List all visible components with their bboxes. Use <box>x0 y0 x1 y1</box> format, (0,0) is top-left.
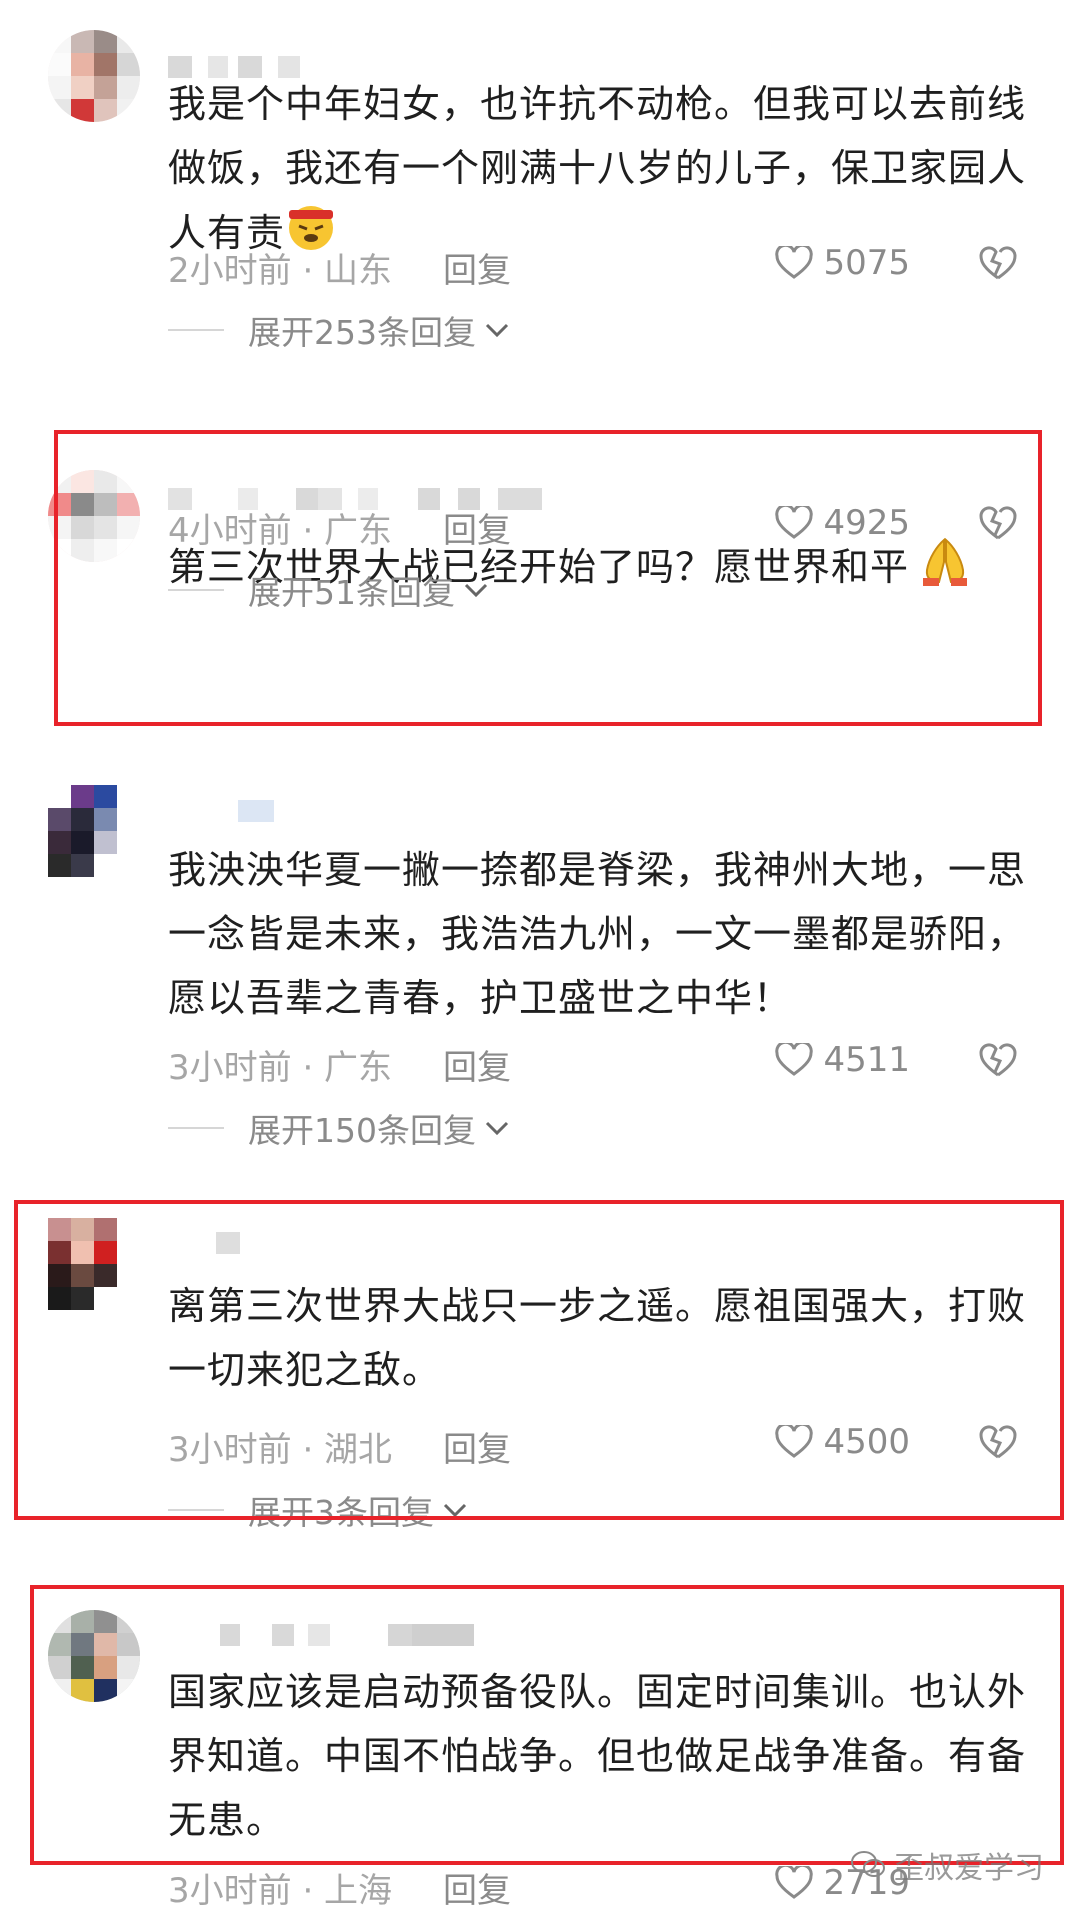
heart-icon <box>775 1866 814 1899</box>
divider <box>168 1509 224 1511</box>
dislike-button[interactable] <box>978 1042 1018 1087</box>
comment-text: 我泱泱华夏一撇一捺都是脊梁，我神州大地，一思一念皆是未来，我浩浩九州，一文一墨都… <box>168 848 1027 1020</box>
username-blurred[interactable] <box>168 1624 474 1648</box>
reply-button[interactable]: 回复 <box>443 1863 511 1912</box>
divider <box>168 589 224 591</box>
chevron-down-icon <box>485 1121 509 1136</box>
avatar[interactable] <box>48 470 140 562</box>
comment-text: 我是个中年妇女，也许抗不动枪。但我可以去前线做饭，我还有一个刚满十八岁的儿子，保… <box>168 72 1028 271</box>
reply-button[interactable]: 回复 <box>443 503 511 552</box>
comment-text: 离第三次世界大战只一步之遥。愿祖国强大，打败一切来犯之敌。 <box>168 1284 1027 1392</box>
divider <box>168 1127 224 1129</box>
comment-time-location: 3小时前 · 广东 <box>168 1048 393 1088</box>
broken-heart-icon <box>979 246 1017 280</box>
heart-icon <box>775 1043 814 1076</box>
like-count: 4925 <box>823 503 910 543</box>
comment-meta: 4小时前 · 广东 回复 4925 <box>168 503 1028 551</box>
comment-text: 国家应该是启动预备役队。固定时间集训。也认外界知道。中国不怕战争。但也做足战争准… <box>168 1670 1027 1842</box>
reply-button[interactable]: 回复 <box>443 1422 511 1471</box>
comment-meta: 2小时前 · 山东 回复 5075 <box>168 243 1028 291</box>
heart-icon <box>775 1425 814 1458</box>
expand-replies[interactable]: 展开3条回复 <box>168 1488 468 1532</box>
broken-heart-icon <box>979 506 1017 540</box>
like-button[interactable]: 4511 <box>775 1040 910 1080</box>
reply-button[interactable]: 回复 <box>443 1040 511 1089</box>
heart-icon <box>775 246 814 279</box>
username-blurred[interactable] <box>168 800 468 824</box>
like-count: 4511 <box>823 1040 910 1080</box>
reply-button[interactable]: 回复 <box>443 243 511 292</box>
avatar[interactable] <box>48 785 140 877</box>
divider <box>168 329 224 331</box>
chevron-down-icon <box>464 583 488 598</box>
like-button[interactable]: 4925 <box>775 503 910 543</box>
comment-time-location: 3小时前 · 上海 <box>168 1871 393 1911</box>
like-count: 4500 <box>823 1422 910 1462</box>
avatar[interactable] <box>48 1218 140 1310</box>
comment-time-location: 2小时前 · 山东 <box>168 251 393 291</box>
username-blurred[interactable] <box>168 1232 468 1256</box>
avatar[interactable] <box>48 1610 140 1702</box>
comment-meta: 3小时前 · 湖北 回复 4500 <box>168 1422 1028 1470</box>
wechat-icon <box>851 1851 885 1877</box>
comment-meta: 3小时前 · 广东 回复 4511 <box>168 1040 1028 1088</box>
chevron-down-icon <box>443 1503 467 1518</box>
broken-heart-icon <box>979 1425 1017 1459</box>
dislike-button[interactable] <box>978 505 1018 550</box>
expand-replies[interactable]: 展开253条回复 <box>168 308 510 352</box>
avatar[interactable] <box>48 30 140 122</box>
comment-time-location: 3小时前 · 湖北 <box>168 1430 393 1470</box>
like-count: 5075 <box>823 243 910 283</box>
like-button[interactable]: 5075 <box>775 243 910 283</box>
like-button[interactable]: 4500 <box>775 1422 910 1462</box>
dislike-button[interactable] <box>978 1424 1018 1469</box>
expand-replies[interactable]: 展开51条回复 <box>168 568 489 612</box>
heart-icon <box>775 506 814 539</box>
chevron-down-icon <box>485 323 509 338</box>
expand-replies[interactable]: 展开150条回复 <box>168 1106 510 1150</box>
watermark: 歪叔爱学习 <box>850 1843 1044 1887</box>
broken-heart-icon <box>979 1043 1017 1077</box>
comment-time-location: 4小时前 · 广东 <box>168 511 393 551</box>
dislike-button[interactable] <box>978 245 1018 290</box>
